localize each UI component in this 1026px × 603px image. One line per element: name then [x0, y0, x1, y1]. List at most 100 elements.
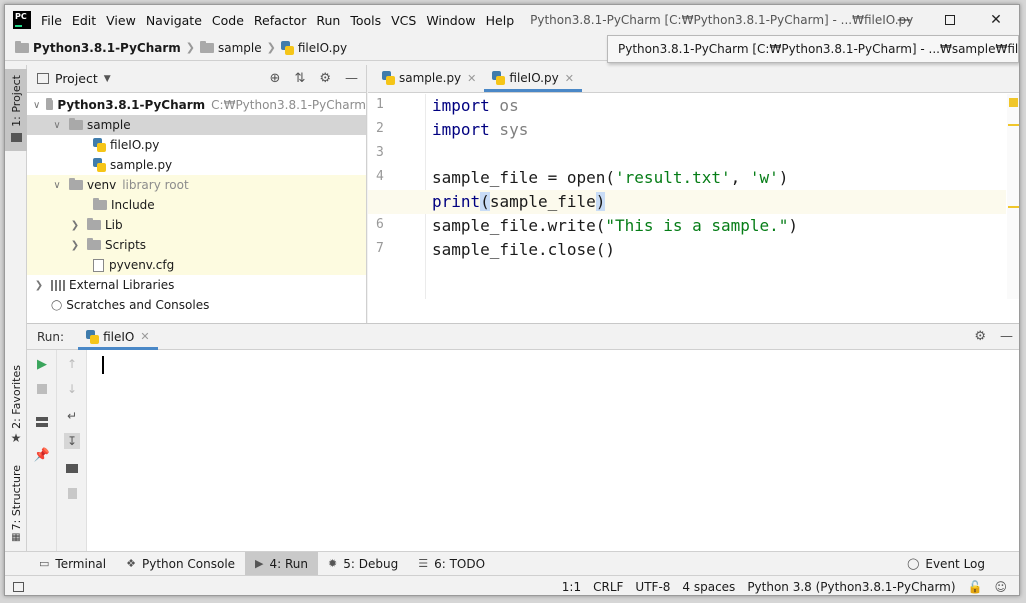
chevron-right-icon[interactable]: ❯	[33, 280, 45, 291]
collapse-all-icon[interactable]: ⇅	[294, 71, 305, 86]
arrow-down-icon[interactable]: ↓	[64, 381, 80, 397]
code-text: )	[778, 168, 789, 187]
line-number: 2	[376, 121, 384, 136]
error-stripe-mark[interactable]	[1008, 206, 1019, 208]
run-button[interactable]: ▶ 4: Run	[245, 551, 319, 576]
line-number: 1	[376, 97, 384, 112]
tree-item-project-root[interactable]: ∨ Python3.8.1-PyCharm C:₩Python3.8.1-PyC…	[27, 95, 366, 115]
tree-item-sample[interactable]: ∨ sample	[27, 115, 366, 135]
inspector-icon[interactable]: ☺	[994, 580, 1007, 594]
trash-icon[interactable]	[64, 485, 80, 501]
rerun-icon[interactable]: ▶	[34, 356, 50, 372]
menu-run[interactable]: Run	[316, 13, 340, 28]
arrow-up-icon[interactable]: ↑	[64, 356, 80, 372]
tab-label: fileIO.py	[509, 71, 559, 85]
tool-tab-structure-label: 7: Structure	[9, 465, 23, 531]
scroll-to-end-icon[interactable]: ↧	[64, 433, 80, 449]
hide-panel-icon[interactable]: —	[345, 71, 358, 86]
chevron-right-icon[interactable]: ❯	[69, 240, 81, 251]
menu-help[interactable]: Help	[486, 13, 515, 28]
tool-tab-structure[interactable]: 7: Structure ▦	[5, 465, 27, 545]
menu-vcs[interactable]: VCS	[391, 13, 416, 28]
tab-sample-py[interactable]: sample.py ✕	[374, 64, 484, 92]
run-panel-header: Run: fileIO ✕ ⚙ —	[27, 324, 1019, 350]
stop-icon[interactable]	[34, 381, 50, 397]
tree-item-sample-py[interactable]: sample.py	[27, 155, 366, 175]
code-text: sample_file	[489, 192, 596, 211]
maximize-button[interactable]	[927, 5, 973, 35]
close-tab-icon[interactable]: ✕	[565, 72, 574, 85]
console-caret[interactable]	[102, 356, 104, 374]
tool-windows-icon[interactable]	[13, 581, 24, 592]
close-icon: ✕	[990, 12, 1002, 28]
lock-icon[interactable]: 🔓	[968, 580, 983, 594]
warning-marker-icon[interactable]	[1009, 98, 1018, 107]
line-separator[interactable]: CRLF	[593, 580, 623, 594]
tree-item-label: sample	[87, 118, 131, 132]
print-icon[interactable]	[64, 460, 80, 476]
tab-fileio-py[interactable]: fileIO.py ✕	[484, 64, 582, 92]
chevron-right-icon[interactable]: ❯	[69, 220, 81, 231]
close-tab-icon[interactable]: ✕	[467, 72, 476, 85]
chevron-down-icon[interactable]: ∨	[51, 120, 63, 131]
chevron-down-icon[interactable]: ∨	[33, 100, 40, 111]
locate-icon[interactable]: ⊕	[270, 71, 281, 86]
tree-item-label: venv	[87, 178, 117, 192]
code-line: import sys	[432, 118, 528, 142]
menu-file[interactable]: File	[41, 13, 62, 28]
menu-window[interactable]: Window	[426, 13, 475, 28]
chevron-down-icon[interactable]: ∨	[51, 180, 63, 191]
menu-refactor[interactable]: Refactor	[254, 13, 306, 28]
python-interpreter[interactable]: Python 3.8 (Python3.8.1-PyCharm)	[747, 580, 955, 594]
pin-icon[interactable]: 📌	[34, 447, 50, 463]
menu-navigate[interactable]: Navigate	[146, 13, 202, 28]
title-bar: PC File Edit View Navigate Code Refactor…	[5, 5, 1019, 35]
run-tab-fileio[interactable]: fileIO ✕	[78, 324, 159, 350]
close-button[interactable]: ✕	[973, 5, 1019, 35]
minimize-button[interactable]: —	[881, 5, 927, 35]
tool-tab-favorites[interactable]: 2: Favorites ★	[5, 365, 27, 451]
gear-icon[interactable]: ⚙	[319, 71, 331, 86]
todo-button[interactable]: ☰ 6: TODO	[408, 552, 495, 576]
menu-tools[interactable]: Tools	[350, 13, 381, 28]
run-label: 4: Run	[269, 556, 309, 571]
menu-edit[interactable]: Edit	[72, 13, 96, 28]
debug-button[interactable]: ✹ 5: Debug	[318, 552, 408, 576]
tree-item-include[interactable]: Include	[27, 195, 366, 215]
tree-item-external-libraries[interactable]: ❯ External Libraries	[27, 275, 366, 295]
structure-icon: ▦	[11, 532, 21, 544]
tree-item-venv[interactable]: ∨ venv library root	[27, 175, 366, 195]
error-stripe-mark[interactable]	[1008, 124, 1019, 126]
tree-item-pyvenv-cfg[interactable]: pyvenv.cfg	[27, 255, 366, 275]
status-bar: 1:1 CRLF UTF-8 4 spaces Python 3.8 (Pyth…	[5, 575, 1019, 595]
bottom-tool-strip: ▭ Terminal ❖ Python Console ▶ 4: Run ✹ 5…	[5, 551, 1019, 576]
tree-item-lib[interactable]: ❯ Lib	[27, 215, 366, 235]
caret-position[interactable]: 1:1	[562, 580, 581, 594]
file-encoding[interactable]: UTF-8	[635, 580, 670, 594]
editor-scrollbar[interactable]	[1007, 94, 1019, 299]
tool-tab-project[interactable]: 1: Project	[5, 69, 27, 151]
layout-icon[interactable]	[34, 414, 50, 430]
tree-item-scripts[interactable]: ❯ Scripts	[27, 235, 366, 255]
project-panel-title[interactable]: Project	[55, 71, 98, 86]
indent-setting[interactable]: 4 spaces	[682, 580, 735, 594]
project-tree: ∨ Python3.8.1-PyCharm C:₩Python3.8.1-PyC…	[27, 93, 366, 315]
hide-panel-icon[interactable]: —	[1000, 329, 1013, 344]
breadcrumb-project[interactable]: Python3.8.1-PyCharm	[33, 41, 181, 55]
terminal-button[interactable]: ▭ Terminal	[29, 552, 116, 576]
menu-view[interactable]: View	[106, 13, 136, 28]
soft-wrap-icon[interactable]: ↵	[64, 408, 80, 424]
breadcrumb-file[interactable]: fileIO.py	[298, 41, 347, 55]
event-log-button[interactable]: ◯ Event Log	[897, 552, 995, 576]
tree-item-scratches[interactable]: ◯ Scratches and Consoles	[27, 295, 366, 315]
close-tab-icon[interactable]: ✕	[140, 330, 149, 343]
menu-code[interactable]: Code	[212, 13, 244, 28]
chevron-down-icon[interactable]: ▼	[104, 74, 111, 84]
run-toolbar-primary: ▶ 📌	[27, 350, 57, 552]
minimize-icon: —	[897, 12, 911, 28]
breadcrumb-folder[interactable]: sample	[218, 41, 262, 55]
python-console-button[interactable]: ❖ Python Console	[116, 552, 245, 576]
tree-item-fileio[interactable]: fileIO.py	[27, 135, 366, 155]
gear-icon[interactable]: ⚙	[974, 329, 986, 344]
python-console-icon: ❖	[126, 557, 136, 570]
